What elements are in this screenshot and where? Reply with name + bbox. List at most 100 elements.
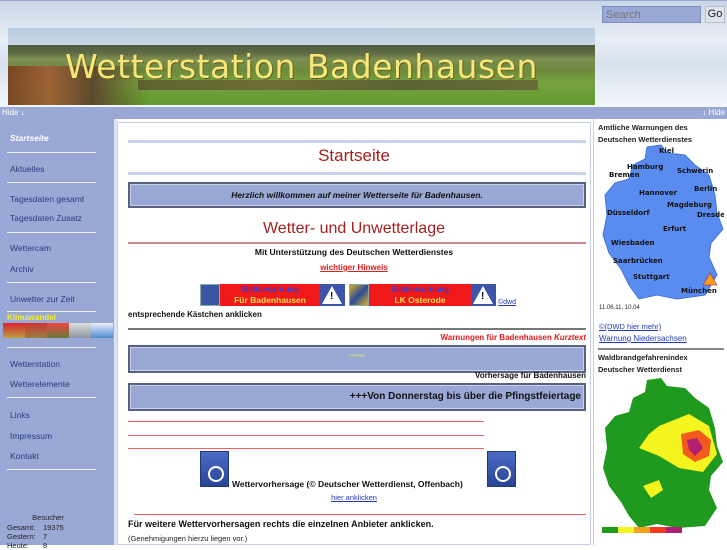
- gray-rule: [128, 328, 586, 330]
- germany-warning-map[interactable]: Kiel Hamburg Schwerin Bremen Hannover Berlin M…: [599, 143, 724, 303]
- visitors-yesterday: Gestern: 7: [7, 532, 47, 541]
- warning-text-box: ******: [128, 345, 586, 373]
- click-here-link[interactable]: hier anklicken: [118, 493, 590, 502]
- klima-banner-2[interactable]: [25, 323, 47, 338]
- nav-divider: [7, 232, 96, 233]
- warning-line2: Für Badenhausen: [234, 295, 306, 305]
- dwd-more-link[interactable]: ©(DWD hier mehr): [599, 322, 661, 331]
- welcome-box: Herzlich willkommen auf meiner Wettersei…: [128, 182, 586, 208]
- permission-note: (Genehmigungen hierzu liegen vor.): [128, 534, 248, 543]
- warning-line1: Wetterwarnung: [390, 285, 450, 294]
- warning-banner-osterode[interactable]: Wetterwarnung LK Osterode: [349, 284, 496, 306]
- kurztext-italic: Kurztext: [553, 333, 586, 342]
- visitors-label: Gestern:: [7, 532, 36, 541]
- sidebar-item-wetterstation[interactable]: Wetterstation: [10, 359, 60, 369]
- page-title: Startseite: [318, 146, 390, 165]
- map-city-label: Düsseldorf: [607, 209, 651, 217]
- map-city-label: Bremen: [609, 171, 640, 179]
- legend-swatch: [650, 527, 666, 533]
- sidebar-item-tagesdaten-gesamt[interactable]: Tagesdaten gesamt: [10, 194, 84, 204]
- sidebar-item-wettercam[interactable]: Wettercam: [10, 243, 51, 253]
- go-button[interactable]: Go: [705, 6, 725, 23]
- sidebar-item-kontakt[interactable]: Kontakt: [10, 451, 39, 461]
- map-city-label: Dresden: [697, 211, 724, 219]
- forecast-ticker: +++Von Donnerstag bis über die Pfingstfe…: [128, 383, 586, 411]
- dwd-logo-icon: [200, 451, 229, 487]
- visitors-label: Heute:: [7, 541, 30, 550]
- klima-banner-4[interactable]: [69, 323, 91, 338]
- banner-title: Wetterstation Badenhausen: [65, 47, 538, 86]
- sidebar-item-aktuelles[interactable]: Aktuelles: [10, 164, 45, 174]
- nav-divider: [7, 311, 96, 312]
- sidebar-item-startseite[interactable]: Startseite: [10, 133, 49, 143]
- right-sidebar: Amtliche Warnungen des Deutschen Wetterd…: [593, 119, 727, 545]
- warning-line2: LK Osterode: [394, 295, 446, 305]
- more-forecasts-text: Für weitere Wettervorhersagen rechts die…: [128, 519, 434, 529]
- red-rule: [128, 448, 484, 449]
- map-city-label: Saarbrücken: [613, 257, 663, 265]
- section-rule: [128, 242, 586, 244]
- visitors-value: 8: [43, 541, 48, 550]
- click-note: entsprechende Kästchen anklicken: [128, 310, 262, 319]
- header-banner-image: Wetterstation Badenhausen: [8, 28, 595, 105]
- map-city-label: München: [681, 287, 717, 295]
- sidebar-item-archiv[interactable]: Archiv: [10, 264, 34, 274]
- legend-swatch: [666, 527, 682, 533]
- map-city-label: Hannover: [639, 189, 678, 197]
- dwd-link[interactable]: ©dwd: [498, 299, 516, 306]
- map-city-label: Erfurt: [663, 225, 687, 233]
- search-input[interactable]: [602, 6, 701, 23]
- forest-fire-index-map[interactable]: [599, 376, 724, 536]
- legend-swatch: [634, 527, 650, 533]
- nav-divider: [7, 469, 96, 470]
- warning-line1: Wetterwarnung: [240, 285, 300, 294]
- visitors-label: Gesamt:: [7, 523, 36, 532]
- sidebar-item-tagesdaten-zusatz[interactable]: Tagesdaten Zusatz: [10, 213, 82, 223]
- support-text: Mit Unterstützung des Deutschen Wetterdi…: [254, 247, 454, 257]
- sidebar-item-links[interactable]: Links: [10, 410, 30, 420]
- sidebar-item-wetterelemente[interactable]: Wetterelemente: [10, 379, 70, 389]
- legend-swatch: [618, 527, 634, 533]
- main-content: Startseite Herzlich willkommen auf meine…: [117, 122, 591, 545]
- klimawandel-banners[interactable]: [3, 323, 113, 338]
- forecast-label: Vorhersage für Badenhausen: [475, 371, 586, 380]
- visitors-value: 7: [43, 532, 48, 541]
- warning-banner-text: Wetterwarnung LK Osterode: [369, 284, 471, 306]
- sidebar-item-impressum[interactable]: Impressum: [10, 431, 52, 441]
- hide-bar: Hide ↓ ↓ Hide: [0, 107, 727, 119]
- important-hint-link[interactable]: wichtiger Hinweis: [118, 263, 590, 272]
- coat-of-arms-icon: [200, 284, 220, 306]
- red-rule: [128, 435, 484, 436]
- nav-divider: [7, 282, 96, 283]
- kurztext-label-text: Warnungen für Badenhausen: [440, 333, 552, 342]
- nav-divider: [7, 397, 96, 398]
- red-rule: [134, 514, 586, 515]
- visitors-total: Gesamt: 19375: [7, 523, 64, 532]
- map-city-label: Magdeburg: [667, 201, 712, 209]
- forecast-ticker-text: +++Von Donnerstag bis über die Pfingstfe…: [349, 391, 581, 402]
- nav-divider: [7, 182, 96, 183]
- nav-divider: [7, 152, 96, 153]
- visitors-title: Besucher: [32, 513, 64, 522]
- klima-banner-1[interactable]: [3, 323, 25, 338]
- warning-niedersachsen-link[interactable]: Warnung Niedersachsen: [599, 334, 687, 343]
- warning-banner-text: Wetterwarnung Für Badenhausen: [220, 284, 320, 306]
- map-city-label: Kiel: [659, 147, 674, 155]
- sidebar: Startseite Aktuelles Tagesdaten gesamt T…: [0, 119, 114, 550]
- sidebar-item-unwetter[interactable]: Unwetter zur Zeit: [10, 294, 75, 304]
- red-rule: [128, 421, 484, 422]
- legend-swatch: [602, 527, 618, 533]
- hide-right-toggle[interactable]: ↓ Hide: [702, 107, 725, 119]
- header: Wetterstation Badenhausen Go: [0, 0, 727, 107]
- visitors-today: Heute: 8: [7, 541, 47, 550]
- dwd-logo-icon: [487, 451, 516, 487]
- warning-banner-badenhausen[interactable]: Wetterwarnung Für Badenhausen: [200, 284, 345, 306]
- title-rule-bottom: [128, 172, 586, 175]
- dwd-forecast-title: Wettervorhersage (© Deutscher Wetterdien…: [232, 479, 463, 489]
- klima-banner-5[interactable]: [91, 323, 113, 338]
- hide-left-toggle[interactable]: Hide ↓: [2, 107, 25, 119]
- klima-banner-3[interactable]: [47, 323, 69, 338]
- section-title: Wetter- und Unwetterlage: [262, 220, 445, 237]
- map-city-label: Wiesbaden: [611, 239, 655, 247]
- map-city-label: Stuttgart: [633, 273, 670, 281]
